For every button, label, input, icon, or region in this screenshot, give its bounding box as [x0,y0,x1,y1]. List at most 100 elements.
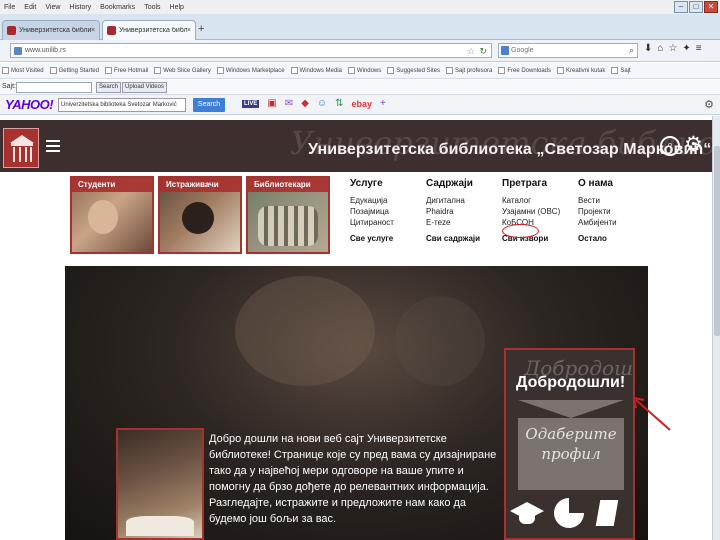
bookmark-item[interactable]: Sajt profesora [445,67,492,74]
bookmark-item[interactable]: Kreativni kutak [557,67,605,74]
menu-all-link[interactable]: Сви садржаји [426,234,480,243]
search-icon[interactable]: ⌕ [629,44,634,57]
yahoo-search-input[interactable]: Univerzitetska biblioteka Svetozar Marko… [58,98,186,112]
menu-link[interactable]: Узајамни (OBC) [502,206,560,217]
home-icon[interactable]: ⌂ [657,43,663,54]
welcome-box[interactable]: Добродошли Добродошли! Одаберите профил [504,348,635,540]
close-window-button[interactable]: ✕ [704,1,718,13]
tab-2[interactable]: Универзитетска библиотека × [102,20,196,40]
menu-file[interactable]: File [4,4,15,11]
bookmark-item[interactable]: Sajt [611,67,631,74]
download-icon[interactable]: ⬇ [644,43,652,54]
live-icon[interactable]: LIVE [242,100,260,108]
site-favicon-icon [7,26,16,35]
tab-1[interactable]: Универзитетска библиотека × [2,20,100,40]
ebay-icon[interactable]: ebay [352,99,373,109]
refresh-icon[interactable]: ↻ [479,45,487,58]
window-controls: – □ ✕ [674,1,718,13]
menu-link[interactable]: Phaidra [426,206,480,217]
addon-icon[interactable]: ✦ [682,43,690,54]
yahoo-logo[interactable]: YAHOO! [5,97,54,112]
menu-link[interactable]: Едукација [350,195,394,206]
minimize-button[interactable]: – [674,1,688,13]
bookmark-icon [347,67,355,74]
menu-link[interactable]: Амбијенти [578,217,617,228]
toolbar-search-button[interactable]: Search [96,82,122,93]
library-logo[interactable] [3,128,39,168]
extra-toolbar: Sajt: Search Upload Videos [0,80,720,95]
bookmark-item[interactable]: Windows Marketplace [216,67,285,74]
toolbar-input[interactable] [16,82,92,93]
toolbar-label: Sajt: [2,83,17,90]
menu-head[interactable]: О нама [578,178,617,189]
site-title: Универзитетска библиотека „Светозар Марк… [308,141,712,158]
menu-link[interactable]: Цитираност [350,217,394,228]
menu-all-link[interactable]: Остало [578,234,617,243]
menu-link[interactable]: E-теze [426,217,480,228]
pie-chart-icon[interactable] [554,498,584,528]
upload-videos-button[interactable]: Upload Videos [122,82,167,93]
bookmark-item[interactable]: Suggested Sites [387,67,440,74]
mail-icon[interactable]: ✉ [285,98,293,110]
profile-card-students[interactable]: Студенти [70,176,154,254]
profile-card-researchers[interactable]: Истраживачи [158,176,242,254]
navigation-bar: www.unilib.rs ☆ ↻ Google ⌕ ⬇ ⌂ ☆ ✦ ≡ [0,40,720,62]
menu-link[interactable]: Каталог [502,195,560,206]
bookmark-item[interactable]: Web Slice Gallery [154,67,211,74]
bookmarks-icon[interactable]: ☆ [668,43,677,54]
alert-icon[interactable]: ◆ [301,98,309,110]
menu-view[interactable]: View [45,4,60,11]
browser-search-box[interactable]: Google ⌕ [498,43,638,58]
menu-bookmarks[interactable]: Bookmarks [100,4,135,11]
menu-history[interactable]: History [69,4,91,11]
open-book-shape [126,516,194,536]
bookmark-item[interactable]: Free Downloads [498,67,551,74]
menu-head[interactable]: Претрага [502,178,560,189]
tab-close-icon[interactable]: × [91,27,95,34]
profile-card-librarians[interactable]: Библиотекари [246,176,330,254]
graduation-cap-icon[interactable] [510,502,544,524]
menu-help[interactable]: Help [170,4,184,11]
yahoo-shortcut-icons: LIVE ▣ ✉ ◆ ☺ ⇅ ebay + [242,98,386,110]
search-placeholder: Google [511,47,534,54]
site-identity-icon [14,47,22,55]
tab-close-icon[interactable]: × [187,27,191,34]
menu-edit[interactable]: Edit [24,4,36,11]
menu-link[interactable]: Пројекти [578,206,617,217]
hamburger-menu-icon[interactable] [46,140,60,155]
site-settings-gear-icon[interactable]: ⚙ [684,134,703,156]
page-scrollbar[interactable] [712,116,720,540]
bookmark-item[interactable]: Getting Started [49,67,99,74]
bookmark-icon [557,67,564,74]
student-photo [88,200,118,234]
menu-column-about: О нама Вести Пројекти Амбијенти Остало [578,178,617,243]
bookmark-item[interactable]: Most Visited [2,67,44,74]
finance-icon[interactable]: ⇅ [335,98,343,110]
menu-link[interactable]: Позајмица [350,206,394,217]
gear-icon[interactable]: ⚙ [704,98,714,111]
menu-link[interactable]: Дигитална [426,195,480,206]
scrollbar-thumb[interactable] [714,146,720,336]
maximize-button[interactable]: □ [689,1,703,13]
librarians-photo [258,206,318,246]
menu-all-link[interactable]: Све услуге [350,234,394,243]
address-bar[interactable]: www.unilib.rs ☆ ↻ [10,43,492,58]
yahoo-search-button[interactable]: Search [193,98,225,112]
menu-icon[interactable]: ≡ [696,43,702,54]
site-search-icon[interactable]: ⌕ [660,136,680,156]
new-tab-icon[interactable]: + [198,23,204,35]
red-circle-annotation [502,224,539,238]
bookmark-item[interactable]: Windows [347,67,381,74]
profile-icons [510,498,619,528]
books-icon[interactable] [594,498,619,528]
bookmark-item[interactable]: Free Hotmail [104,67,148,74]
menu-link[interactable]: Вести [578,195,617,206]
menu-tools[interactable]: Tools [144,4,160,11]
messenger-icon[interactable]: ☺ [317,98,327,110]
menu-head[interactable]: Садржаји [426,178,480,189]
flickr-icon[interactable]: ▣ [267,98,276,110]
add-icon[interactable]: + [380,98,386,110]
menu-head[interactable]: Услуге [350,178,394,189]
bookmark-item[interactable]: Windows Media [290,67,342,74]
bookmark-star-icon[interactable]: ☆ [467,45,475,58]
